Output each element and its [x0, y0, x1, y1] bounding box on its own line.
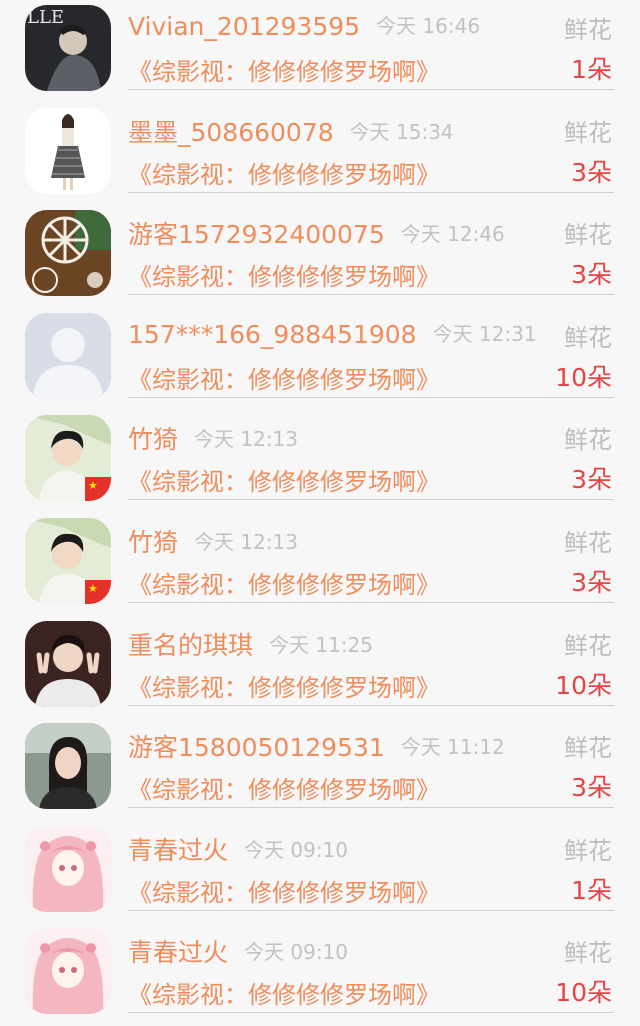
gift-record-row[interactable]: 青春过火 今天 09:10 鲜花 《综影视：修修修修罗场啊》 10朵	[0, 923, 640, 1026]
gift-record-row[interactable]: ★ 竹猗 今天 12:13 鲜花 《综影视：修修修修罗场啊》 3朵	[0, 410, 640, 513]
gift-time: 今天 09:10	[244, 940, 349, 965]
divider	[128, 499, 614, 501]
book-title[interactable]: 《综影视：修修修修罗场啊》	[128, 52, 440, 87]
divider	[128, 294, 614, 296]
gift-count: 3朵	[571, 773, 612, 803]
gift-type-label: 鲜花	[564, 528, 612, 557]
anime-pink-girl-avatar[interactable]	[25, 928, 111, 1015]
divider	[128, 909, 614, 911]
gift-time: 今天 12:13	[194, 529, 299, 554]
gift-time: 今天 12:31	[432, 321, 537, 346]
gift-record-row[interactable]: 157***166_988451908 今天 12:31 鲜花 《综影视：修修修修…	[0, 308, 640, 411]
divider	[128, 191, 614, 193]
sender-name-text[interactable]: 墨墨_508660078	[128, 118, 334, 147]
sender-name[interactable]: 青春过火 今天 09:10	[128, 831, 348, 867]
gift-time: 今天 11:12	[400, 735, 505, 760]
default-user-avatar[interactable]	[25, 312, 111, 399]
young-man-flag-avatar[interactable]: ★	[25, 517, 111, 604]
sender-name[interactable]: Vivian_201293595 今天 16:46	[128, 10, 480, 41]
gift-type-label: 鲜花	[564, 939, 612, 968]
gift-time: 今天 15:34	[349, 119, 454, 144]
sender-name[interactable]: 青春过火 今天 09:10	[128, 933, 348, 969]
sender-name-text[interactable]: Vivian_201293595	[128, 12, 360, 41]
gift-record-list: LLE Vivian_201293595 今天 16:46 鲜花 《综影视：修修修…	[0, 0, 640, 1026]
gift-type-label: 鲜花	[564, 16, 612, 44]
sender-name[interactable]: 重名的琪琪 今天 11:25	[128, 626, 373, 662]
gift-count: 3朵	[571, 260, 612, 290]
sender-name[interactable]: 墨墨_508660078 今天 15:34	[128, 113, 454, 149]
divider	[128, 1012, 614, 1014]
divider	[128, 89, 614, 90]
book-title[interactable]: 《综影视：修修修修罗场啊》	[128, 770, 440, 805]
gift-count: 1朵	[571, 875, 612, 905]
book-title[interactable]: 《综影视：修修修修罗场啊》	[128, 155, 440, 190]
svg-text:★: ★	[88, 582, 98, 595]
anime-pink-girl-avatar[interactable]	[25, 825, 111, 912]
gift-type-label: 鲜花	[564, 323, 612, 352]
svg-text:LLE: LLE	[27, 7, 64, 28]
sender-name[interactable]: 157***166_988451908 今天 12:31	[128, 318, 537, 349]
gift-count: 10朵	[555, 670, 612, 700]
divider	[128, 704, 614, 706]
sender-name[interactable]: 竹猗 今天 12:13	[128, 420, 298, 456]
gift-type-label: 鲜花	[564, 426, 612, 455]
divider	[128, 601, 614, 603]
gift-time: 今天 12:13	[194, 427, 299, 452]
sender-name-text[interactable]: 竹猗	[128, 528, 178, 557]
gift-count: 10朵	[555, 362, 612, 392]
book-title[interactable]: 《综影视：修修修修罗场啊》	[128, 257, 440, 292]
svg-text:★: ★	[88, 479, 98, 492]
gift-record-row[interactable]: ★ 竹猗 今天 12:13 鲜花 《综影视：修修修修罗场啊》 3朵	[0, 513, 640, 616]
gift-record-row[interactable]: 游客1580050129531 今天 11:12 鲜花 《综影视：修修修修罗场啊》…	[0, 718, 640, 821]
snowflake-avatar[interactable]	[25, 210, 111, 297]
gift-record-row[interactable]: 墨墨_508660078 今天 15:34 鲜花 《综影视：修修修修罗场啊》 3朵	[0, 103, 640, 206]
sender-name[interactable]: 竹猗 今天 12:13	[128, 523, 298, 559]
gift-count: 3朵	[571, 567, 612, 597]
gift-record-row[interactable]: LLE Vivian_201293595 今天 16:46 鲜花 《综影视：修修修…	[0, 0, 640, 103]
sender-name-text[interactable]: 竹猗	[128, 425, 178, 454]
divider	[128, 396, 614, 398]
gift-type-label: 鲜花	[564, 734, 612, 763]
sender-name-text[interactable]: 青春过火	[128, 836, 228, 865]
gift-type-label: 鲜花	[564, 118, 612, 147]
book-title[interactable]: 《综影视：修修修修罗场啊》	[128, 873, 440, 908]
book-title[interactable]: 《综影视：修修修修罗场啊》	[128, 360, 440, 395]
woman-portrait-avatar[interactable]	[25, 723, 111, 810]
sender-name-text[interactable]: 重名的琪琪	[128, 631, 253, 660]
gift-type-label: 鲜花	[564, 631, 612, 660]
gift-type-label: 鲜花	[564, 221, 612, 250]
young-man-flag-avatar[interactable]: ★	[25, 415, 111, 502]
sender-name[interactable]: 游客1572932400075 今天 12:46	[128, 215, 505, 251]
book-title[interactable]: 《综影视：修修修修罗场啊》	[128, 975, 440, 1010]
gift-time: 今天 09:10	[244, 837, 349, 862]
gift-count: 10朵	[555, 978, 612, 1008]
gift-record-row[interactable]: 青春过火 今天 09:10 鲜花 《综影视：修修修修罗场啊》 1朵	[0, 821, 640, 924]
sender-name-text[interactable]: 游客1572932400075	[128, 220, 385, 249]
fashion-girl-avatar[interactable]	[25, 107, 111, 194]
gift-record-row[interactable]: 重名的琪琪 今天 11:25 鲜花 《综影视：修修修修罗场啊》 10朵	[0, 616, 640, 719]
gift-time: 今天 12:46	[400, 222, 505, 247]
sender-name-text[interactable]: 游客1580050129531	[128, 733, 385, 762]
gift-count: 3朵	[571, 157, 612, 187]
sender-name-text[interactable]: 青春过火	[128, 938, 228, 967]
sender-name[interactable]: 游客1580050129531 今天 11:12	[128, 728, 505, 764]
book-title[interactable]: 《综影视：修修修修罗场啊》	[128, 565, 440, 600]
book-title[interactable]: 《综影视：修修修修罗场啊》	[128, 462, 440, 497]
gift-time: 今天 16:46	[376, 14, 481, 38]
gift-type-label: 鲜花	[564, 836, 612, 865]
gift-time: 今天 11:25	[269, 632, 374, 657]
gift-count: 3朵	[571, 465, 612, 495]
gift-record-row[interactable]: 游客1572932400075 今天 12:46 鲜花 《综影视：修修修修罗场啊》…	[0, 205, 640, 308]
gift-count: 1朵	[571, 55, 612, 84]
sender-name-text[interactable]: 157***166_988451908	[128, 320, 417, 349]
peace-sign-man-avatar[interactable]	[25, 620, 111, 707]
divider	[128, 807, 614, 809]
book-title[interactable]: 《综影视：修修修修罗场啊》	[128, 668, 440, 703]
magazine-cover-avatar[interactable]: LLE	[25, 5, 111, 91]
